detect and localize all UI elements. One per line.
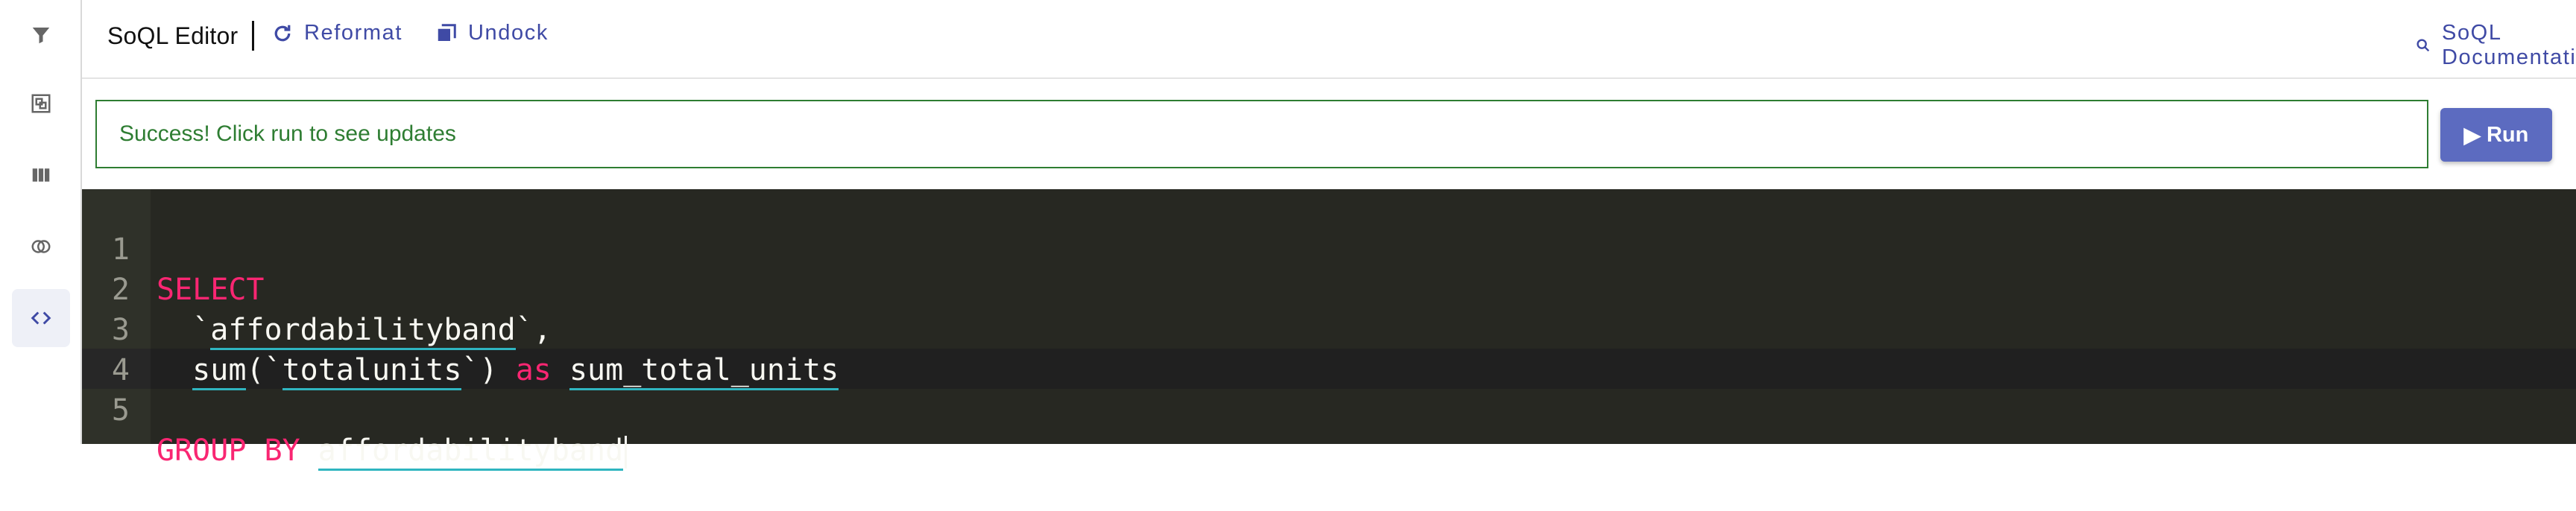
sidebar-item-join[interactable] [12,218,70,276]
sidebar [0,0,82,444]
title-divider [252,21,254,51]
editor-header: SoQL Editor Reformat Undock SoQL Documen… [82,0,2576,79]
group-icon [31,94,51,113]
filter-icon [32,28,50,44]
code-line: 4 [82,310,2576,387]
run-label: Run [2486,122,2529,147]
group-by-field: affordabilityband [318,434,624,471]
sidebar-item-group[interactable] [12,74,70,133]
code-line: 3 sum(`totalunits`) as sum_total_units [82,270,2576,390]
undock-icon [438,23,456,41]
code-line: 2 `affordabilityband`, [82,229,2576,350]
join-icon [31,240,51,253]
undock-button[interactable]: Undock [435,21,549,45]
play-icon: ▶ [2463,123,2481,147]
sidebar-item-columns[interactable] [12,146,70,204]
undock-label: Undock [468,21,549,45]
run-button[interactable]: ▶ Run [2440,108,2552,162]
soql-documentation-link[interactable]: SoQL Documentation [2415,21,2576,70]
page-title: SoQL Editor [107,22,239,49]
reformat-label: Reformat [304,21,403,45]
code-icon [31,311,51,325]
refresh-icon [274,25,291,41]
search-icon [2416,39,2430,52]
code-editor[interactable]: 1 SELECT 2 `affordabilityband`, 3 sum(`t… [82,189,2576,471]
code-line: 1 SELECT [82,189,2576,307]
columns-icon [32,168,50,182]
keyword-group-by: GROUP BY [157,434,300,468]
soql-documentation-label: SoQL Documentation [2442,21,2576,69]
code-line: 5 GROUP BY affordabilityband [82,350,2576,471]
sidebar-item-filter[interactable] [12,6,70,64]
text-cursor [625,436,628,469]
status-text: Success! Click run to see updates [119,121,456,146]
line-number: 5 [111,393,130,428]
reformat-button[interactable]: Reformat [271,21,402,45]
sidebar-item-code[interactable] [12,289,70,347]
status-message: Success! Click run to see updates [95,100,2428,168]
